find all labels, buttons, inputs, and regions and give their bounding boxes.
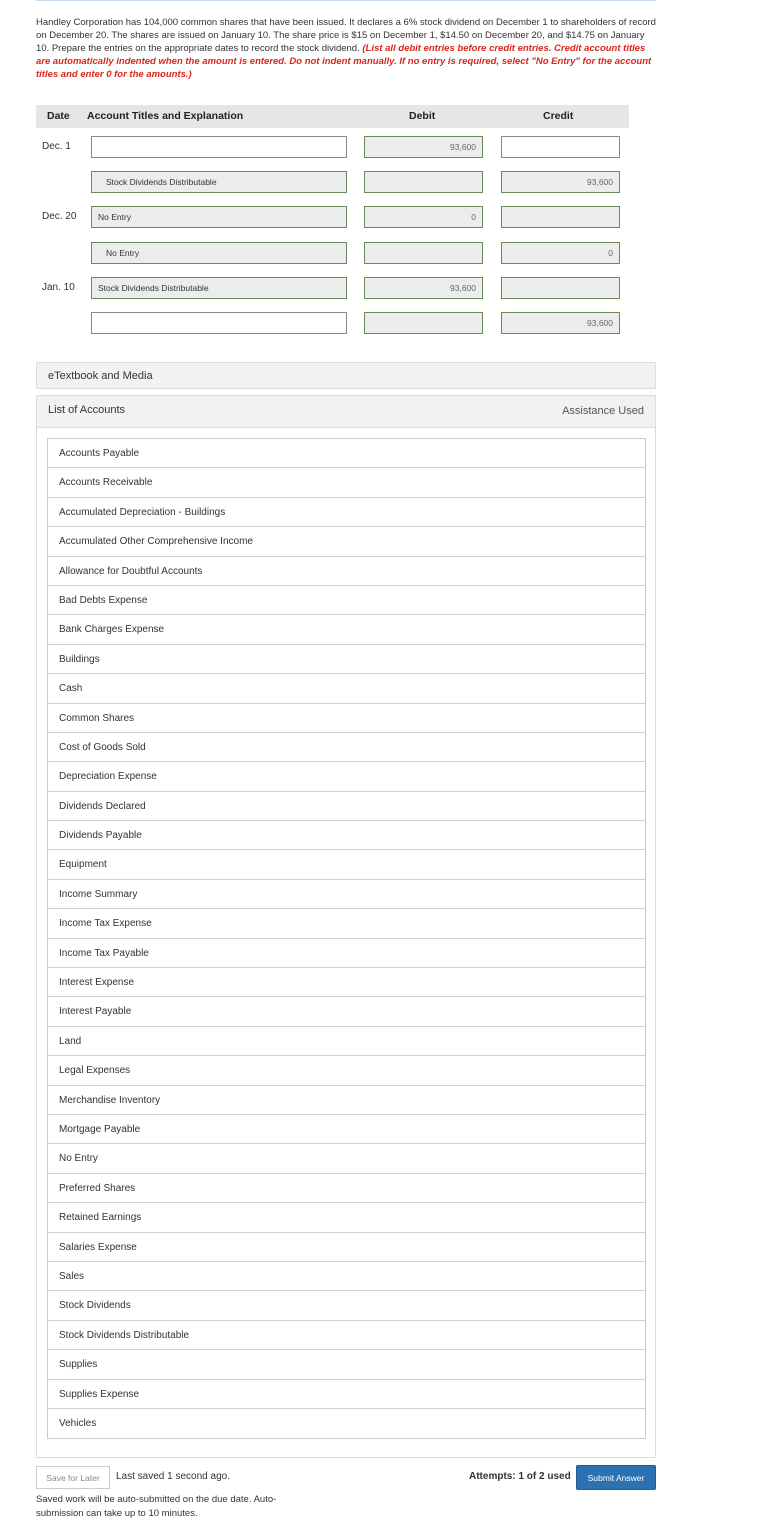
account-list-item: Dividends Declared — [48, 792, 645, 822]
account-list-item: Supplies — [48, 1350, 645, 1380]
account-list-item: Income Summary — [48, 880, 645, 910]
account-list-item: Salaries Expense — [48, 1233, 645, 1262]
account-list-item: Interest Expense — [48, 968, 645, 998]
account-list-item: Cost of Goods Sold — [48, 733, 645, 763]
row-date: Jan. 10 — [42, 282, 75, 293]
credit-field[interactable] — [501, 206, 620, 228]
journal-row: No Entry 0 — [36, 242, 656, 266]
row-date: Dec. 1 — [42, 141, 71, 152]
account-list-item: Stock Dividends Distributable — [48, 1321, 645, 1351]
question-text: Handley Corporation has 104,000 common s… — [36, 16, 656, 81]
accounts-panel-header[interactable]: List of Accounts Assistance Used — [37, 396, 655, 428]
debit-field[interactable]: 93,600 — [364, 136, 483, 158]
account-list-item: Dividends Payable — [48, 821, 645, 851]
header-date: Date — [47, 110, 70, 122]
account-title-field[interactable]: Stock Dividends Distributable — [91, 171, 347, 193]
account-title-field[interactable] — [91, 312, 347, 334]
account-list-item: Merchandise Inventory — [48, 1086, 645, 1115]
account-list-item: Cash — [48, 674, 645, 704]
account-list-item: Income Tax Expense — [48, 909, 645, 939]
credit-field[interactable]: 93,600 — [501, 312, 620, 334]
journal-row: Jan. 10 Stock Dividends Distributable 93… — [36, 277, 656, 301]
account-list-item: Bank Charges Expense — [48, 615, 645, 645]
accounts-list: Accounts Payable Accounts Receivable Accum… — [47, 438, 646, 1440]
account-list-item: Supplies Expense — [48, 1380, 645, 1409]
account-list-item: Interest Payable — [48, 997, 645, 1027]
journal-row: Dec. 1 93,600 — [36, 136, 656, 160]
save-for-later-button[interactable]: Save for Later — [36, 1466, 110, 1489]
header-credit: Credit — [543, 110, 574, 122]
attempts-counter: Attempts: 1 of 2 used — [469, 1471, 571, 1482]
auto-submit-note: Saved work will be auto-submitted on the… — [36, 1494, 277, 1519]
debit-field[interactable] — [364, 171, 483, 193]
journal-row: 93,600 — [36, 312, 656, 336]
journal-header: Date Account Titles and Explanation Debi… — [36, 105, 629, 128]
account-list-item: Bad Debts Expense — [48, 586, 645, 616]
account-list-item: Preferred Shares — [48, 1174, 645, 1204]
debit-field[interactable]: 93,600 — [364, 277, 483, 299]
account-title-field[interactable] — [91, 136, 347, 158]
accounts-panel-title: List of Accounts — [48, 404, 126, 416]
account-list-item: Mortgage Payable — [48, 1115, 645, 1145]
account-list-item: Common Shares — [48, 704, 645, 733]
submit-answer-button[interactable]: Submit Answer — [576, 1465, 656, 1490]
account-list-item: Land — [48, 1027, 645, 1057]
account-list-item: Accumulated Other Comprehensive Income — [48, 527, 645, 557]
account-list-item: Accounts Receivable — [48, 468, 645, 498]
account-list-item: Depreciation Expense — [48, 762, 645, 792]
journal-row: Stock Dividends Distributable 93,600 — [36, 171, 656, 195]
credit-field[interactable] — [501, 277, 620, 299]
account-list-item: Vehicles — [59, 1417, 97, 1429]
account-list-item: Accounts Payable — [48, 439, 645, 469]
account-title-field[interactable]: No Entry — [91, 242, 347, 264]
assistance-used-label: Assistance Used — [562, 405, 644, 417]
debit-field[interactable]: 0 — [364, 206, 483, 228]
account-list-item: Income Tax Payable — [48, 939, 645, 969]
journal-row: Dec. 20 No Entry 0 — [36, 206, 656, 230]
list-of-accounts-panel: List of Accounts Assistance Used Account… — [36, 395, 656, 1458]
credit-field[interactable]: 93,600 — [501, 171, 620, 193]
account-list-item: Sales — [48, 1262, 645, 1292]
account-list-item: Allowance for Doubtful Accounts — [48, 557, 645, 586]
top-divider — [36, 0, 656, 1]
debit-field[interactable] — [364, 312, 483, 334]
row-date: Dec. 20 — [42, 211, 77, 222]
etextbook-media-toggle[interactable]: eTextbook and Media — [36, 362, 656, 389]
account-list-item: Buildings — [48, 645, 645, 675]
account-list-item: Legal Expenses — [48, 1056, 645, 1086]
header-debit: Debit — [409, 110, 436, 122]
account-title-field[interactable]: No Entry — [91, 206, 347, 228]
saved-status: Last saved 1 second ago. — [116, 1471, 230, 1482]
debit-field[interactable] — [364, 242, 483, 264]
account-list-item: Stock Dividends — [48, 1291, 645, 1321]
account-list-item: Equipment — [48, 850, 645, 880]
account-list-item: No Entry — [48, 1144, 645, 1174]
account-list-item: Accumulated Depreciation - Buildings — [48, 498, 645, 528]
account-list-item: Retained Earnings — [48, 1203, 645, 1233]
account-title-field[interactable]: Stock Dividends Distributable — [91, 277, 347, 299]
header-account: Account Titles and Explanation — [87, 110, 244, 122]
credit-field[interactable] — [501, 136, 620, 158]
credit-field[interactable]: 0 — [501, 242, 620, 264]
